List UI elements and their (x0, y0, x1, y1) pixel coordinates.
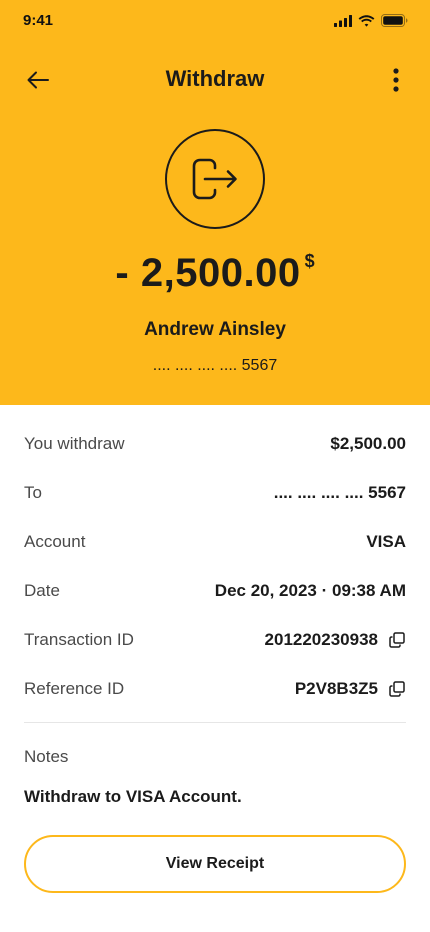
detail-row-account: Account VISA (24, 517, 406, 566)
detail-value: P2V8B3Z5 (294, 678, 378, 698)
wifi-icon (358, 14, 375, 32)
detail-label: Reference ID (24, 678, 125, 698)
detail-label: You withdraw (24, 433, 125, 453)
app-bar: Withdraw (0, 56, 430, 104)
more-options-button[interactable] (384, 66, 408, 94)
detail-row-to: To .... .... .... .... 5567 (24, 468, 406, 517)
detail-row-transaction-id: Transaction ID 201220230938 (24, 615, 406, 664)
copy-icon[interactable] (388, 680, 406, 698)
account-holder-name: Andrew Ainsley (144, 319, 286, 340)
detail-row-amount: You withdraw $2,500.00 (24, 419, 406, 468)
detail-row-date: Date Dec 20, 2023 · 09:38 AM (24, 566, 406, 615)
detail-value: VISA (366, 531, 406, 551)
more-vertical-icon (393, 68, 399, 92)
transaction-type-badge (165, 129, 265, 229)
detail-value: Dec 20, 2023 · 09:38 AM (214, 580, 406, 600)
detail-value: .... .... .... .... 5567 (273, 482, 406, 502)
notes-text: Withdraw to VISA Account. (24, 787, 242, 806)
withdraw-amount: - 2,500.00 $ (0, 250, 430, 296)
section-divider (24, 722, 406, 723)
detail-value: $2,500.00 (330, 433, 406, 453)
detail-label: Date (24, 580, 60, 600)
status-time: 9:41 (23, 12, 54, 29)
battery-icon (381, 14, 408, 32)
status-icons (334, 14, 408, 32)
detail-label: Transaction ID (24, 629, 134, 649)
copy-icon[interactable] (388, 631, 406, 649)
transaction-details: You withdraw $2,500.00 To .... .... ....… (24, 419, 406, 713)
summary-header: 9:41 Withdraw - 2,500.00 $ Andrew Ainsle… (0, 0, 430, 405)
detail-label: To (24, 482, 42, 502)
detail-row-reference-id: Reference ID P2V8B3Z5 (24, 664, 406, 713)
logout-icon (192, 158, 237, 200)
view-receipt-button[interactable]: View Receipt (24, 835, 406, 893)
masked-card-number: .... .... .... .... 5567 (152, 357, 278, 374)
detail-value: 201220230938 (264, 629, 378, 649)
page-title: Withdraw (165, 66, 265, 91)
amount-value: - 2,500.00 (115, 251, 301, 295)
notes-label: Notes (24, 747, 69, 766)
status-bar: 9:41 (0, 0, 430, 44)
cellular-signal-icon (334, 14, 352, 32)
currency-symbol: $ (304, 251, 315, 271)
detail-label: Account (24, 531, 86, 551)
